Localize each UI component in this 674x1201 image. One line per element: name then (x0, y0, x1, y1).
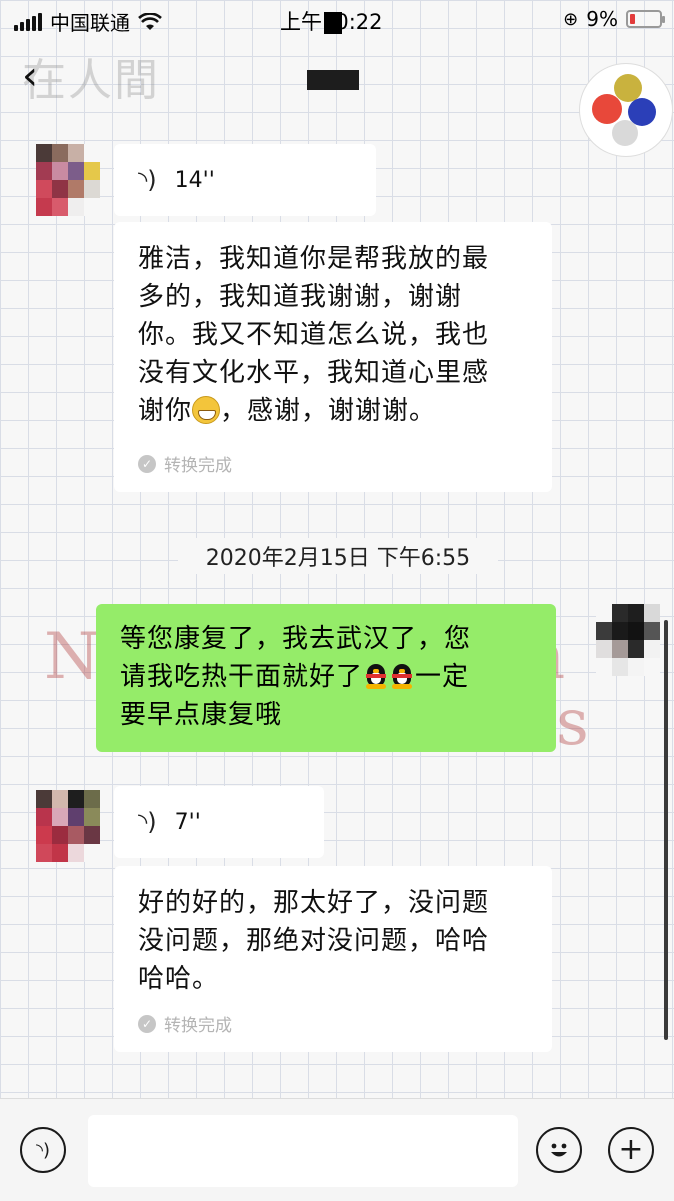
contact-avatar[interactable] (36, 790, 100, 862)
penguin-emoji (363, 662, 389, 690)
message-text: 一定 (415, 662, 470, 692)
watermark-logo: 在人間 (22, 55, 160, 106)
conversion-status: ✓ 转换完成 (138, 451, 232, 476)
transcript-line: 你。我又不知道怎么说，我也 (138, 320, 490, 350)
signal-icon (14, 12, 42, 31)
emoji-button[interactable] (536, 1127, 582, 1173)
contact-avatar[interactable] (36, 144, 100, 216)
publisher-logo (580, 64, 672, 156)
battery-icon (626, 10, 665, 28)
sent-message[interactable]: 等您康复了，我去武汉了，您 请我吃热干面就好了 一定 要早点康复哦 (96, 604, 556, 752)
transcript-line: 多的，我知道我谢谢，谢谢 (138, 282, 463, 312)
voice-icon: ◝) (138, 166, 157, 194)
voice-message[interactable]: ◝) 7'' (114, 786, 324, 858)
time-redaction (324, 12, 342, 34)
emoji-icon (551, 1143, 567, 1157)
voice-duration: 14'' (174, 167, 215, 193)
more-button[interactable]: + (608, 1127, 654, 1173)
transcript-line: 没有文化水平，我知道心里感 (138, 358, 490, 388)
transcript-text: 谢你 (138, 396, 193, 426)
background-letter: s (556, 686, 589, 760)
voice-icon: ◝) (138, 808, 157, 836)
voice-icon: ◝) (36, 1139, 50, 1161)
conversion-status: ✓ 转换完成 (138, 1011, 232, 1036)
conversion-status-label: 转换完成 (164, 1016, 232, 1036)
plus-icon: + (618, 1132, 644, 1167)
transcript-line: 好的好的，那太好了，没问题 (138, 888, 490, 918)
message-input[interactable] (88, 1115, 518, 1187)
message-timestamp: 2020年2月15日 下午6:55 (178, 538, 498, 574)
battery-percent: 9% (586, 7, 618, 31)
check-icon: ✓ (138, 454, 156, 473)
transcription-bubble[interactable]: 雅洁，我知道你是帮我放的最 多的，我知道我谢谢，谢谢 你。我又不知道怎么说，我也… (114, 222, 552, 492)
voice-input-button[interactable]: ◝) (20, 1127, 66, 1173)
status-bar: 中国联通 上午10:22 ⊕ 9% (0, 0, 674, 40)
conversion-status-label: 转换完成 (164, 456, 232, 476)
transcription-bubble[interactable]: 好的好的，那太好了，没问题 没问题，那绝对没问题，哈哈 哈哈。 ✓ 转换完成 (114, 866, 552, 1052)
penguin-emoji (389, 662, 415, 690)
carrier-label: 中国联通 (50, 11, 130, 35)
scrollbar[interactable] (664, 620, 668, 1040)
message-line: 要早点康复哦 (120, 700, 283, 730)
wifi-icon (138, 12, 162, 30)
voice-message[interactable]: ◝) 14'' (114, 144, 376, 216)
message-text: 请我吃热干面就好了 (120, 662, 364, 692)
message-line: 等您康复了，我去武汉了，您 (120, 624, 472, 654)
chat-header: 在人間 ‹ (0, 40, 674, 156)
voice-duration: 7'' (174, 809, 201, 835)
grin-emoji (192, 396, 221, 424)
transcript-line: 雅洁，我知道你是帮我放的最 (138, 244, 490, 274)
chat-title-redacted (307, 70, 359, 90)
back-button[interactable]: ‹ (22, 56, 38, 96)
message-line: 请我吃热干面就好了 一定 (120, 658, 532, 696)
transcript-text: ，感谢，谢谢谢。 (220, 396, 437, 426)
input-bar: ◝) + (0, 1098, 674, 1201)
transcript-line: 哈哈。 (138, 964, 220, 994)
rotation-lock-icon: ⊕ (563, 8, 579, 30)
transcript-line: 没问题，那绝对没问题，哈哈 (138, 926, 490, 956)
transcript-line: 谢你 ，感谢，谢谢谢。 (138, 392, 528, 430)
background-letter: N (44, 620, 100, 694)
self-avatar[interactable] (596, 604, 660, 676)
check-icon: ✓ (138, 1014, 156, 1033)
